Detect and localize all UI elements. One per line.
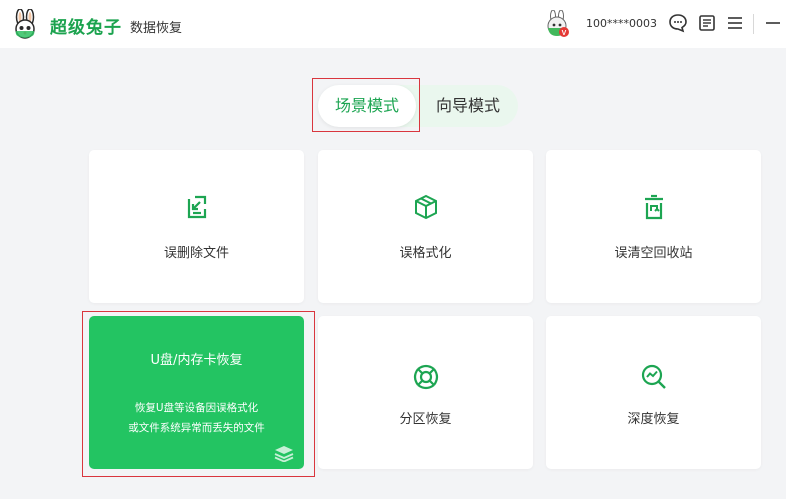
tab-wizard-mode[interactable]: 向导模式 bbox=[418, 85, 518, 127]
featured-card-title: U盘/内存卡恢复 bbox=[150, 353, 243, 368]
toolbar-divider bbox=[753, 14, 754, 34]
featured-card-desc-2: 或文件系统异常而丢失的文件 bbox=[128, 422, 265, 434]
app-subtitle: 数据恢复 bbox=[130, 21, 183, 36]
minimize-icon[interactable] bbox=[762, 12, 784, 34]
lifebuoy-icon bbox=[413, 364, 438, 390]
card-label: 误格式化 bbox=[399, 246, 452, 261]
chat-bubble-icon[interactable] bbox=[667, 12, 689, 34]
vip-badge: V bbox=[562, 30, 567, 37]
menu-icon[interactable] bbox=[724, 12, 746, 34]
recycle-bin-icon bbox=[644, 194, 663, 220]
card-usb-memory[interactable]: U盘/内存卡恢复 恢复U盘等设备因误格式化 或文件系统异常而丢失的文件 bbox=[89, 316, 304, 469]
card-label: 误删除文件 bbox=[163, 246, 229, 261]
rabbit-logo-icon bbox=[15, 9, 35, 39]
card-label: 误清空回收站 bbox=[614, 246, 693, 261]
card-deep-recovery[interactable]: 深度恢复 bbox=[546, 316, 761, 469]
box-icon bbox=[414, 194, 437, 220]
card-formatted[interactable]: 误格式化 bbox=[318, 150, 533, 303]
magnifier-chart-icon bbox=[641, 364, 666, 389]
featured-card-desc-1: 恢复U盘等设备因误格式化 bbox=[134, 402, 259, 414]
app-brand: 超级兔子 bbox=[50, 18, 122, 38]
title-bar: 超级兔子 数据恢复 V 100****0003 bbox=[0, 0, 786, 48]
card-partition[interactable]: 分区恢复 bbox=[318, 316, 533, 469]
card-recycle-bin[interactable]: 误清空回收站 bbox=[546, 150, 761, 303]
tab-scene-mode[interactable]: 场景模式 bbox=[318, 85, 416, 127]
card-label: 深度恢复 bbox=[627, 412, 680, 427]
document-icon[interactable] bbox=[696, 12, 718, 34]
user-id: 100****0003 bbox=[586, 17, 657, 30]
card-label: 分区恢复 bbox=[399, 412, 452, 427]
user-avatar[interactable]: V bbox=[543, 10, 571, 38]
card-deleted-files[interactable]: 误删除文件 bbox=[89, 150, 304, 303]
stack-icon bbox=[274, 446, 294, 462]
download-file-icon bbox=[187, 195, 206, 219]
